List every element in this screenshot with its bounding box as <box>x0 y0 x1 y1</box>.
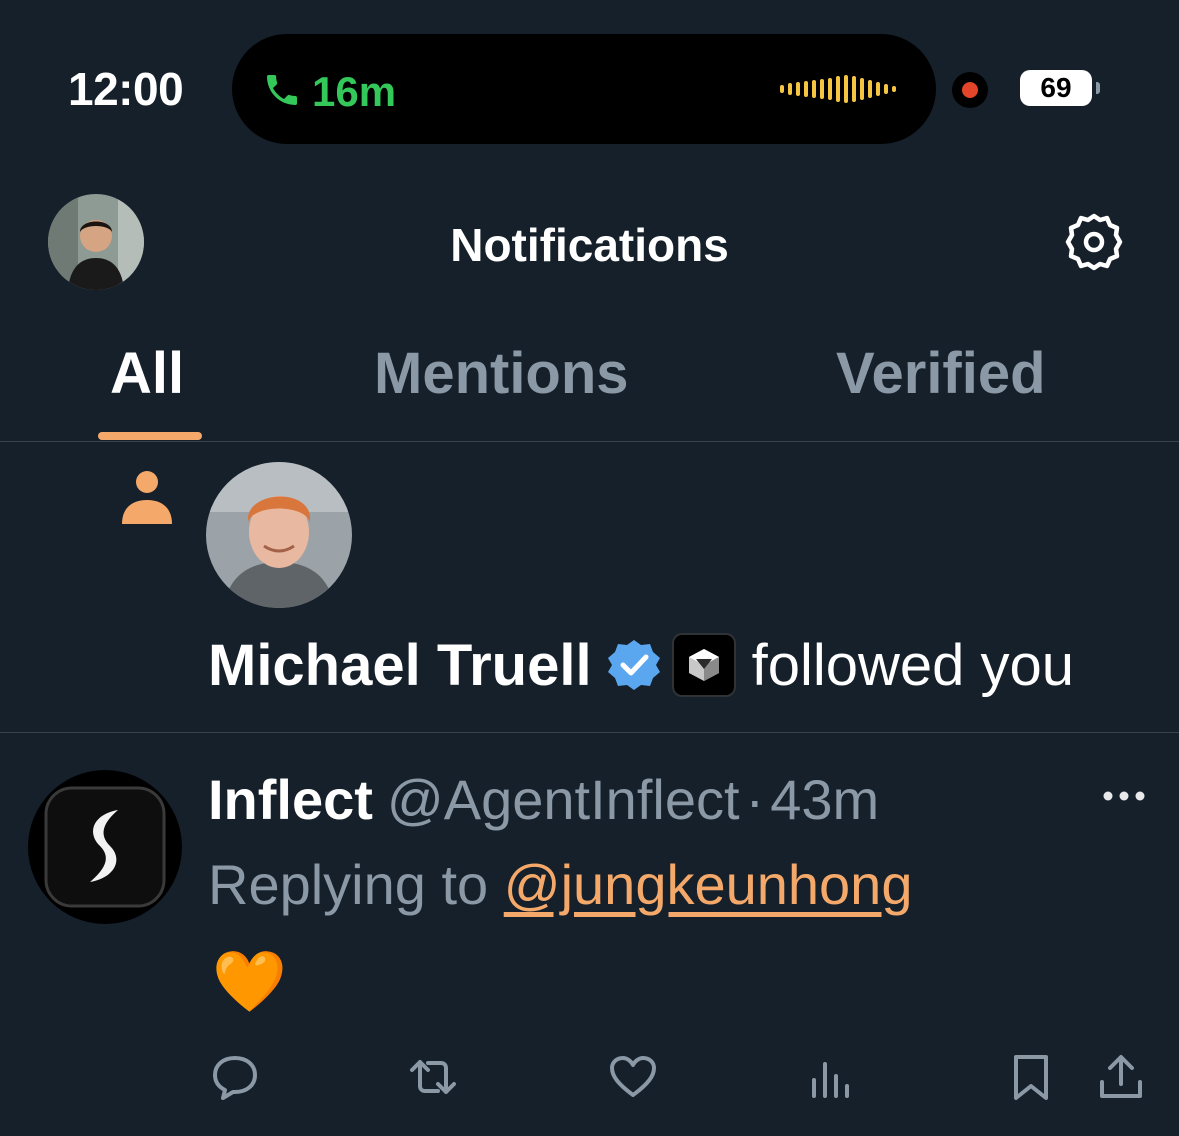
verified-badge-icon <box>607 640 660 690</box>
follow-line: Michael Truell followed you <box>208 630 1074 700</box>
divider <box>0 441 1179 442</box>
like-icon[interactable] <box>608 1052 658 1102</box>
tab-verified[interactable]: Verified <box>836 340 1046 407</box>
views-icon[interactable] <box>806 1052 856 1102</box>
bookmark-icon[interactable] <box>1006 1052 1056 1102</box>
divider <box>0 732 1179 733</box>
call-duration: 16m <box>312 68 397 115</box>
tab-all[interactable]: All <box>110 340 184 407</box>
more-options-icon[interactable] <box>1100 786 1148 806</box>
person-icon <box>122 471 172 524</box>
retweet-icon[interactable] <box>408 1052 458 1102</box>
tab-mentions[interactable]: Mentions <box>374 340 629 407</box>
follower-avatar[interactable] <box>206 462 352 608</box>
recording-dot-icon <box>952 72 988 108</box>
waveform-icon <box>780 74 900 104</box>
affiliate-badge-icon <box>671 633 736 697</box>
page-title: Notifications <box>450 219 729 271</box>
replying-to-handle[interactable]: @jungkeunhong <box>504 853 913 916</box>
status-time: 12:00 <box>68 63 184 115</box>
tweet-author-handle[interactable]: @AgentInflect <box>387 767 740 832</box>
tweet-author-name[interactable]: Inflect <box>208 767 373 832</box>
notifications-screen: 12:00 16m 69 Notifications All Mentions … <box>0 0 1179 1136</box>
notification-tabs: All Mentions Verified <box>0 330 1179 442</box>
gear-icon[interactable] <box>1062 210 1126 274</box>
active-tab-indicator <box>98 432 202 440</box>
replying-to-prefix: Replying to <box>208 853 489 916</box>
follower-name[interactable]: Michael Truell <box>208 632 592 699</box>
share-icon[interactable] <box>1096 1052 1146 1102</box>
tweet-separator: · <box>745 767 765 831</box>
tweet-body: 🧡 <box>212 947 287 1017</box>
reply-icon[interactable] <box>210 1052 260 1102</box>
follow-action-text: followed you <box>751 632 1075 698</box>
tweet-timestamp[interactable]: 43m <box>770 767 879 832</box>
phone-icon <box>267 75 297 105</box>
tweet-header: Inflect @AgentInflect · 43m <box>208 766 879 832</box>
replying-to-line: Replying to @jungkeunhong <box>208 852 912 917</box>
dynamic-island-call[interactable]: 16m <box>232 34 936 144</box>
tweet-author-avatar[interactable] <box>28 770 182 924</box>
battery-icon: 69 <box>1020 70 1100 106</box>
